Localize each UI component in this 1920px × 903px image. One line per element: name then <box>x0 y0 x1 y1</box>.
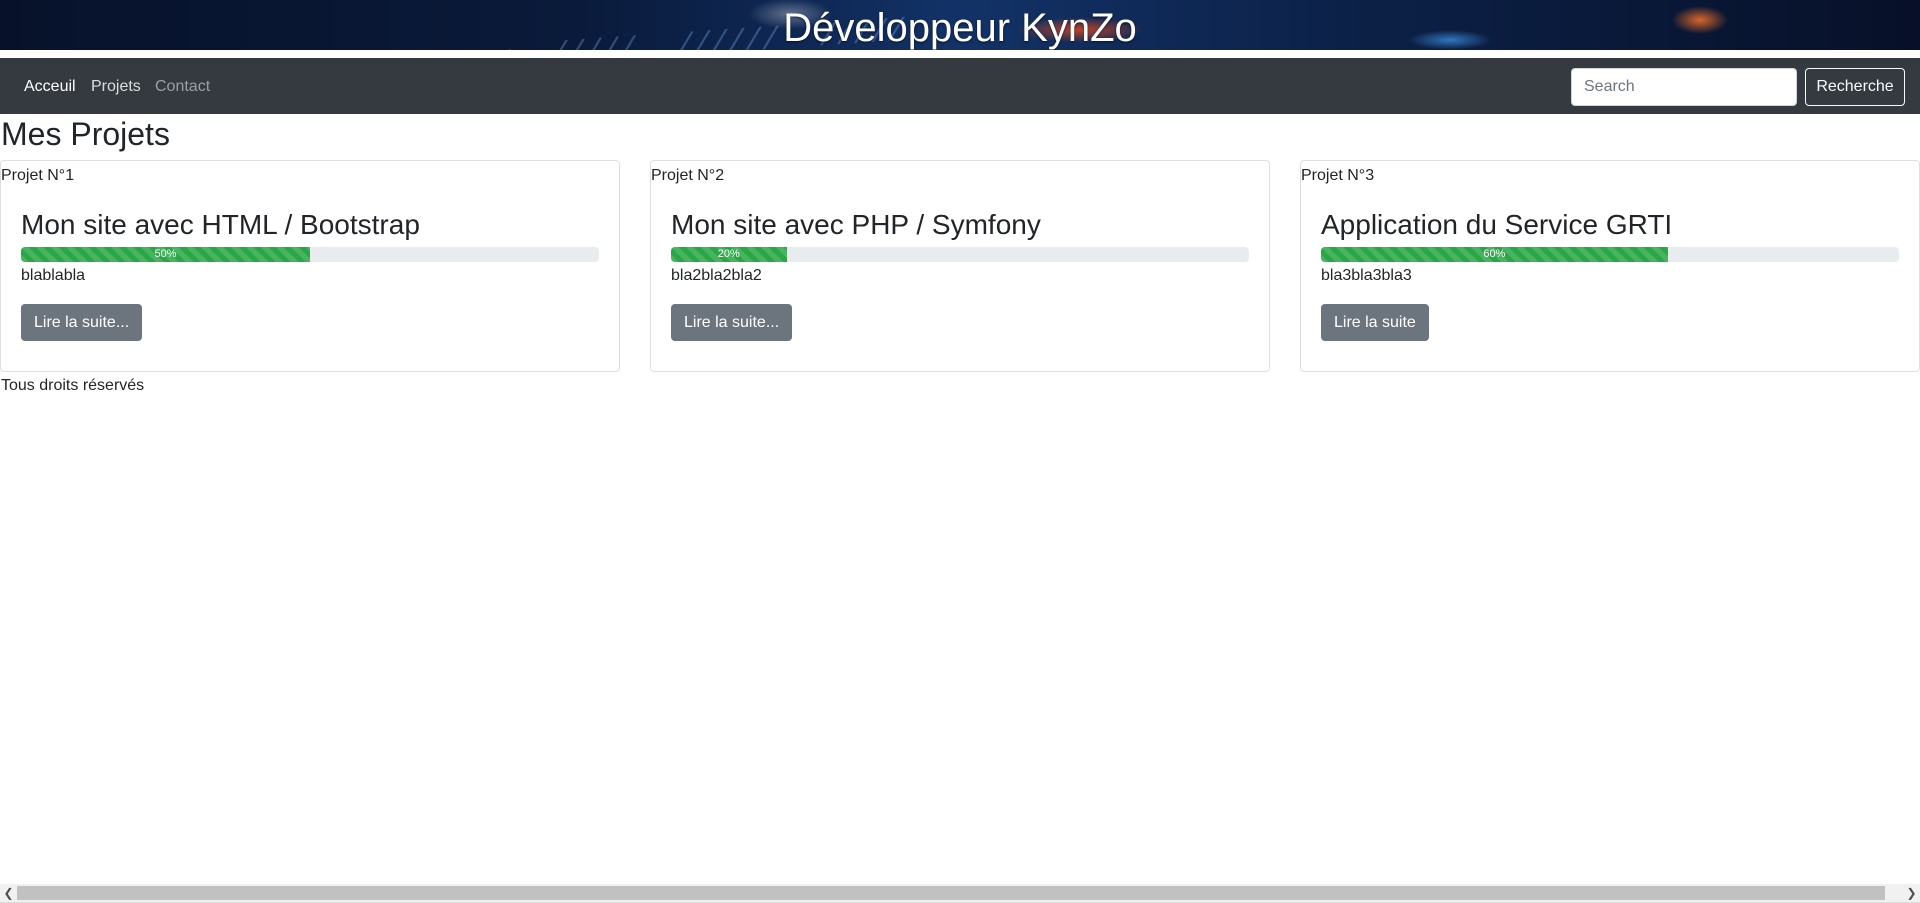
project-card-2: Projet N°2 Mon site avec PHP / Symfony 2… <box>650 160 1270 372</box>
site-title: Développeur KynZo <box>783 6 1137 50</box>
chevron-right-icon[interactable]: ❯ <box>1903 884 1920 902</box>
project-progress: 20% <box>671 247 1249 262</box>
project-card-3: Projet N°3 Application du Service GRTI 6… <box>1300 160 1920 372</box>
project-card-text: bla3bla3bla3 <box>1321 267 1412 284</box>
read-more-button[interactable]: Lire la suite <box>1321 304 1429 341</box>
project-progress: 50% <box>21 247 599 262</box>
project-card-title: Application du Service GRTI <box>1321 209 1673 240</box>
read-more-button[interactable]: Lire la suite... <box>671 304 793 341</box>
navbar: Acceuil Projets Contact Recherche <box>0 58 1920 114</box>
project-card-header: Projet N°1 <box>1 167 75 184</box>
project-card-header: Projet N°2 <box>651 167 725 184</box>
project-card-title: Mon site avec PHP / Symfony <box>671 209 1041 240</box>
horizontal-scrollbar[interactable]: ❮ ❯ <box>0 884 1920 902</box>
search-button[interactable]: Recherche <box>1805 68 1905 106</box>
footer-copyright: Tous droits réservés <box>1 377 145 394</box>
search-input[interactable] <box>1571 68 1797 106</box>
project-progress-bar: 20% <box>671 247 787 262</box>
header-banner: <//////////////// Développeur KynZo <box>0 0 1920 50</box>
nav-link-projets[interactable]: Projets <box>91 58 141 114</box>
nav-link-acceuil[interactable]: Acceuil <box>24 58 76 114</box>
page-title: Mes Projets <box>1 116 170 152</box>
project-card-title: Mon site avec HTML / Bootstrap <box>21 209 420 240</box>
project-card-text: bla2bla2bla2 <box>671 267 762 284</box>
project-card-1: Projet N°1 Mon site avec HTML / Bootstra… <box>0 160 620 372</box>
nav-link-contact[interactable]: Contact <box>155 58 210 114</box>
read-more-button[interactable]: Lire la suite... <box>21 304 143 341</box>
project-progress-bar: 60% <box>1321 247 1668 262</box>
project-progress: 60% <box>1321 247 1899 262</box>
project-card-header: Projet N°3 <box>1301 167 1375 184</box>
scrollbar-thumb[interactable] <box>17 886 1885 900</box>
chevron-left-icon[interactable]: ❮ <box>0 884 17 902</box>
project-card-text: blablabla <box>21 267 86 284</box>
project-progress-bar: 50% <box>21 247 310 262</box>
